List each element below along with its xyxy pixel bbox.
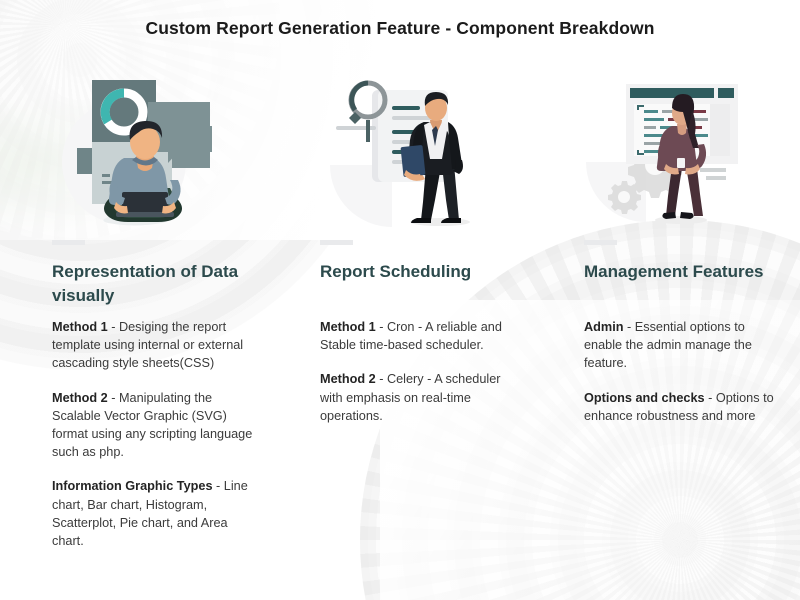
illustration-businessman-with-document-and-magnifier [320,70,570,230]
paragraph-label: Information Graphic Types [52,479,213,494]
paragraph-label: Method 1 [52,320,108,334]
column-report-scheduling: Report Scheduling Method 1 - Cron - A re… [320,0,570,600]
column-body: Method 1 - Cron - A reliable and Stable … [320,318,525,441]
paragraph-label: Method 2 [320,372,376,387]
column-heading: Management Features [584,262,764,281]
paragraph-label: Admin [584,320,624,334]
column-heading: Report Scheduling [320,262,472,281]
column-body: Admin - Essential options to enable the … [584,318,784,441]
column-heading: Representation of Data visually [52,262,239,305]
column-body: Method 1 - Desiging the report template … [52,318,257,566]
columns-container: Representation of Data visually Method 1… [0,0,800,600]
column-divider-bar [320,240,353,245]
column-management-features: Management Features Admin - Essential op… [584,0,800,600]
paragraph: Method 1 - Desiging the report template … [52,318,257,373]
illustration-businesswoman-with-dashboard-and-gears [584,70,800,230]
paragraph-label: Method 2 [52,390,108,405]
paragraph: Method 2 - Manipulating the Scalable Vec… [52,389,257,462]
paragraph: Method 2 - Celery - A scheduler with emp… [320,370,525,425]
column-divider-bar [584,240,617,245]
column-representation-of-data-visually: Representation of Data visually Method 1… [52,0,302,600]
paragraph-label: Method 1 [320,320,376,334]
paragraph-label: Options and checks [584,390,705,405]
paragraph: Admin - Essential options to enable the … [584,318,784,373]
paragraph: Options and checks - Options to enhance … [584,389,784,425]
paragraph: Information Graphic Types - Line chart, … [52,477,257,550]
paragraph: Method 1 - Cron - A reliable and Stable … [320,318,525,354]
column-divider-bar [52,240,85,245]
illustration-person-sitting-with-laptop-and-charts [52,70,302,230]
